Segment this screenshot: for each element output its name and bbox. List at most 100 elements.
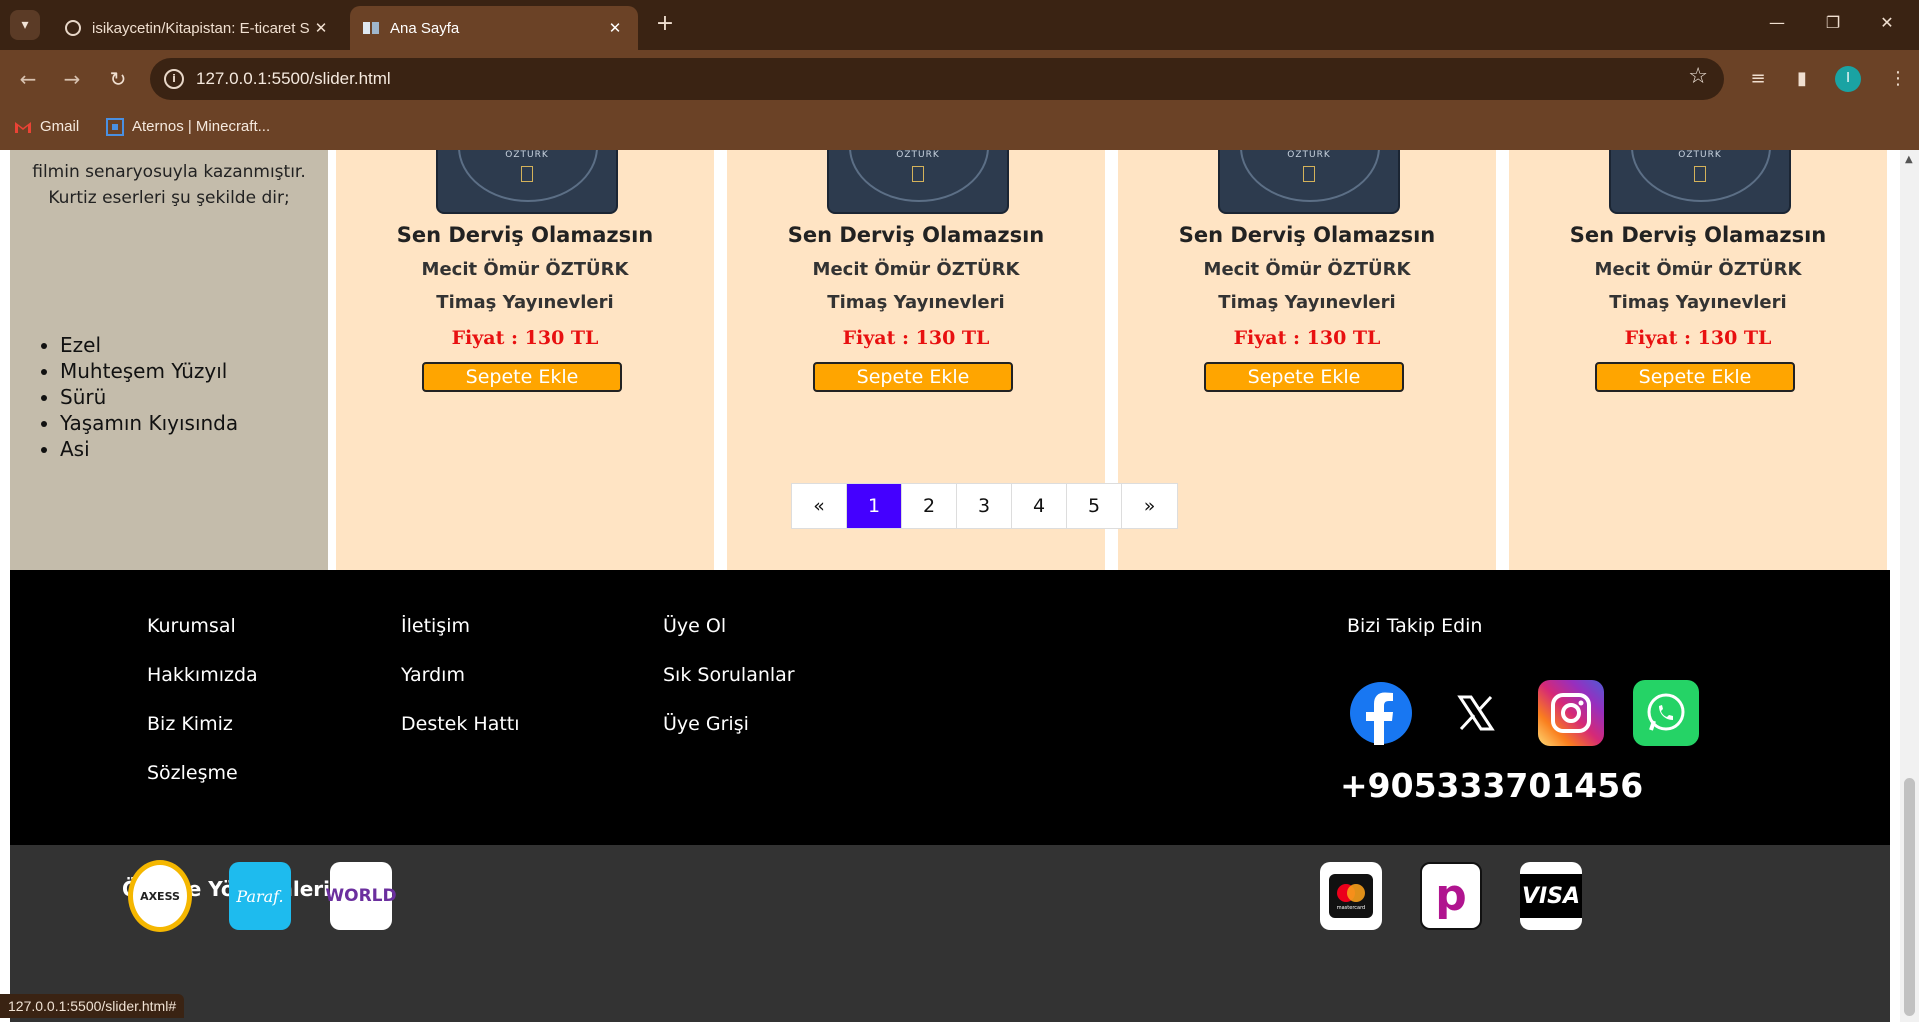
instagram-icon[interactable]: [1538, 680, 1604, 746]
book-publisher: Timaş Yayınevleri: [436, 292, 614, 313]
profile-avatar[interactable]: I: [1835, 66, 1861, 92]
pagination-prev[interactable]: «: [792, 484, 847, 528]
footer-column-membership: Üye Ol Sık Sorulanlar Üye Grişi: [663, 615, 795, 762]
page-scrollbar[interactable]: ▲: [1900, 150, 1919, 1022]
aternos-icon: [106, 117, 124, 136]
book-publisher: Timaş Yayınevleri: [1218, 292, 1396, 313]
footer-link[interactable]: Üye Ol: [663, 615, 795, 664]
book-card: ÖZTÜRK Sen Derviş Olamazsın Mecit Ömür Ö…: [336, 150, 714, 582]
x-icon[interactable]: [1443, 680, 1509, 746]
book-author: Mecit Ömür ÖZTÜRK: [421, 259, 629, 280]
gmail-icon: [14, 119, 32, 135]
footer-link[interactable]: Yardım: [401, 664, 520, 713]
pagination-page-5[interactable]: 5: [1067, 484, 1122, 528]
book-title: Sen Derviş Olamazsın: [396, 223, 654, 247]
close-window-icon[interactable]: ✕: [1862, 8, 1912, 38]
facebook-icon[interactable]: [1348, 680, 1414, 746]
status-bar-url: 127.0.0.1:5500/slider.html#: [0, 994, 185, 1018]
list-item: Muhteşem Yüzyıl: [60, 358, 238, 384]
back-icon[interactable]: ←: [14, 65, 42, 93]
menu-icon[interactable]: ⋮: [1884, 65, 1912, 93]
restore-icon[interactable]: ❐: [1808, 8, 1858, 38]
minimize-icon[interactable]: —: [1752, 8, 1802, 38]
footer-link[interactable]: Sözleşme: [147, 762, 258, 811]
works-list: Ezel Muhteşem Yüzyıl Sürü Yaşamın Kıyısı…: [60, 332, 238, 462]
tab-title: Ana Sayfa: [390, 19, 460, 37]
book-icon: [362, 19, 380, 37]
browser-tab-bar: ▾ isikaycetin/Kitapistan: E-ticaret S ✕ …: [0, 0, 1919, 50]
author-sidebar: filmin senaryosuyla kazanmıştır. Kurtiz …: [10, 150, 328, 582]
list-item: Asi: [60, 436, 238, 462]
footer-link[interactable]: Hakkımızda: [147, 664, 258, 713]
scrollbar-thumb[interactable]: [1904, 778, 1915, 1016]
bookmark-aternos[interactable]: Aternos | Minecraft...: [106, 117, 270, 136]
site-info-icon[interactable]: i: [164, 69, 184, 89]
forward-icon[interactable]: →: [58, 65, 86, 93]
close-tab-icon[interactable]: ✕: [310, 19, 332, 37]
add-to-cart-button[interactable]: Sepete Ekle: [813, 362, 1013, 392]
book-cover[interactable]: ÖZTÜRK: [1609, 150, 1791, 214]
footer-link[interactable]: Biz Kimiz: [147, 713, 258, 762]
media-control-icon[interactable]: ≡: [1744, 65, 1772, 93]
footer-link[interactable]: Kurumsal: [147, 615, 258, 664]
book-cover[interactable]: ÖZTÜRK: [436, 150, 618, 214]
book-cover[interactable]: ÖZTÜRK: [827, 150, 1009, 214]
add-to-cart-button[interactable]: Sepete Ekle: [1204, 362, 1404, 392]
book-price: Fiyat : 130 TL: [451, 327, 599, 349]
paraf-icon: Paraf.: [229, 862, 291, 930]
contact-phone: +905333701456: [1340, 766, 1644, 805]
book-publisher: Timaş Yayınevleri: [1609, 292, 1787, 313]
book-cover[interactable]: ÖZTÜRK: [1218, 150, 1400, 214]
tab-github[interactable]: isikaycetin/Kitapistan: E-ticaret S ✕: [52, 6, 344, 50]
page-viewport: filmin senaryosuyla kazanmıştır. Kurtiz …: [0, 150, 1900, 1022]
pagination-page-3[interactable]: 3: [957, 484, 1012, 528]
add-to-cart-button[interactable]: Sepete Ekle: [422, 362, 622, 392]
reload-icon[interactable]: ↻: [104, 65, 132, 93]
scroll-up-icon[interactable]: ▲: [1905, 154, 1913, 165]
book-author: Mecit Ömür ÖZTÜRK: [1203, 259, 1411, 280]
add-to-cart-button[interactable]: Sepete Ekle: [1595, 362, 1795, 392]
whatsapp-icon[interactable]: [1633, 680, 1699, 746]
book-publisher: Timaş Yayınevleri: [827, 292, 1005, 313]
pagination-page-1[interactable]: 1: [847, 484, 902, 528]
tab-ana-sayfa[interactable]: Ana Sayfa ✕: [350, 6, 638, 50]
list-item: Ezel: [60, 332, 238, 358]
book-card: ÖZTÜRK Sen Derviş Olamazsın Mecit Ömür Ö…: [1509, 150, 1887, 582]
cover-author: ÖZTÜRK: [505, 150, 549, 160]
tab-search-button[interactable]: ▾: [10, 10, 40, 40]
follow-us-title: Bizi Takip Edin: [1347, 615, 1483, 637]
book-title: Sen Derviş Olamazsın: [1569, 223, 1827, 247]
footer-column-contact: İletişim Yardım Destek Hattı: [401, 615, 520, 762]
close-tab-icon[interactable]: ✕: [604, 19, 626, 37]
pagination-page-2[interactable]: 2: [902, 484, 957, 528]
address-bar[interactable]: i 127.0.0.1:5500/slider.html ☆: [150, 58, 1724, 100]
cover-author: ÖZTÜRK: [896, 150, 940, 160]
footer-column-corporate: Kurumsal Hakkımızda Biz Kimiz Sözleşme: [147, 615, 258, 811]
side-panel-icon[interactable]: ▮: [1788, 65, 1816, 93]
pagination-page-4[interactable]: 4: [1012, 484, 1067, 528]
pagination-next[interactable]: »: [1122, 484, 1177, 528]
new-tab-button[interactable]: +: [652, 12, 678, 38]
url-text[interactable]: 127.0.0.1:5500/slider.html: [196, 69, 391, 89]
cover-author: ÖZTÜRK: [1678, 150, 1722, 160]
bookmark-label: Gmail: [40, 118, 80, 135]
footer-link[interactable]: Destek Hattı: [401, 713, 520, 762]
sidebar-text-line: Kurtiz eserleri şu şekilde dir;: [48, 188, 290, 208]
list-item: Yaşamın Kıyısında: [60, 410, 238, 436]
axess-icon: AXESS: [128, 860, 192, 932]
browser-toolbar: ← → ↻ i 127.0.0.1:5500/slider.html ☆ ≡ ▮…: [0, 50, 1919, 108]
book-title: Sen Derviş Olamazsın: [787, 223, 1045, 247]
footer-link[interactable]: Sık Sorulanlar: [663, 664, 795, 713]
visa-icon: VISA: [1520, 862, 1582, 930]
book-author: Mecit Ömür ÖZTÜRK: [812, 259, 1020, 280]
footer-link[interactable]: İletişim: [401, 615, 520, 664]
bookmark-gmail[interactable]: Gmail: [14, 118, 79, 135]
cover-author: ÖZTÜRK: [1287, 150, 1331, 160]
book-author: Mecit Ömür ÖZTÜRK: [1594, 259, 1802, 280]
footer-link[interactable]: Üye Grişi: [663, 713, 795, 762]
footer-payment-section: Ödeme Yöntemleri AXESS Paraf. WORLD mast…: [10, 845, 1890, 1022]
bookmark-star-icon[interactable]: ☆: [1688, 64, 1708, 89]
book-price: Fiyat : 130 TL: [1624, 327, 1772, 349]
publisher-logo-icon: [912, 166, 924, 182]
publisher-logo-icon: [1694, 166, 1706, 182]
